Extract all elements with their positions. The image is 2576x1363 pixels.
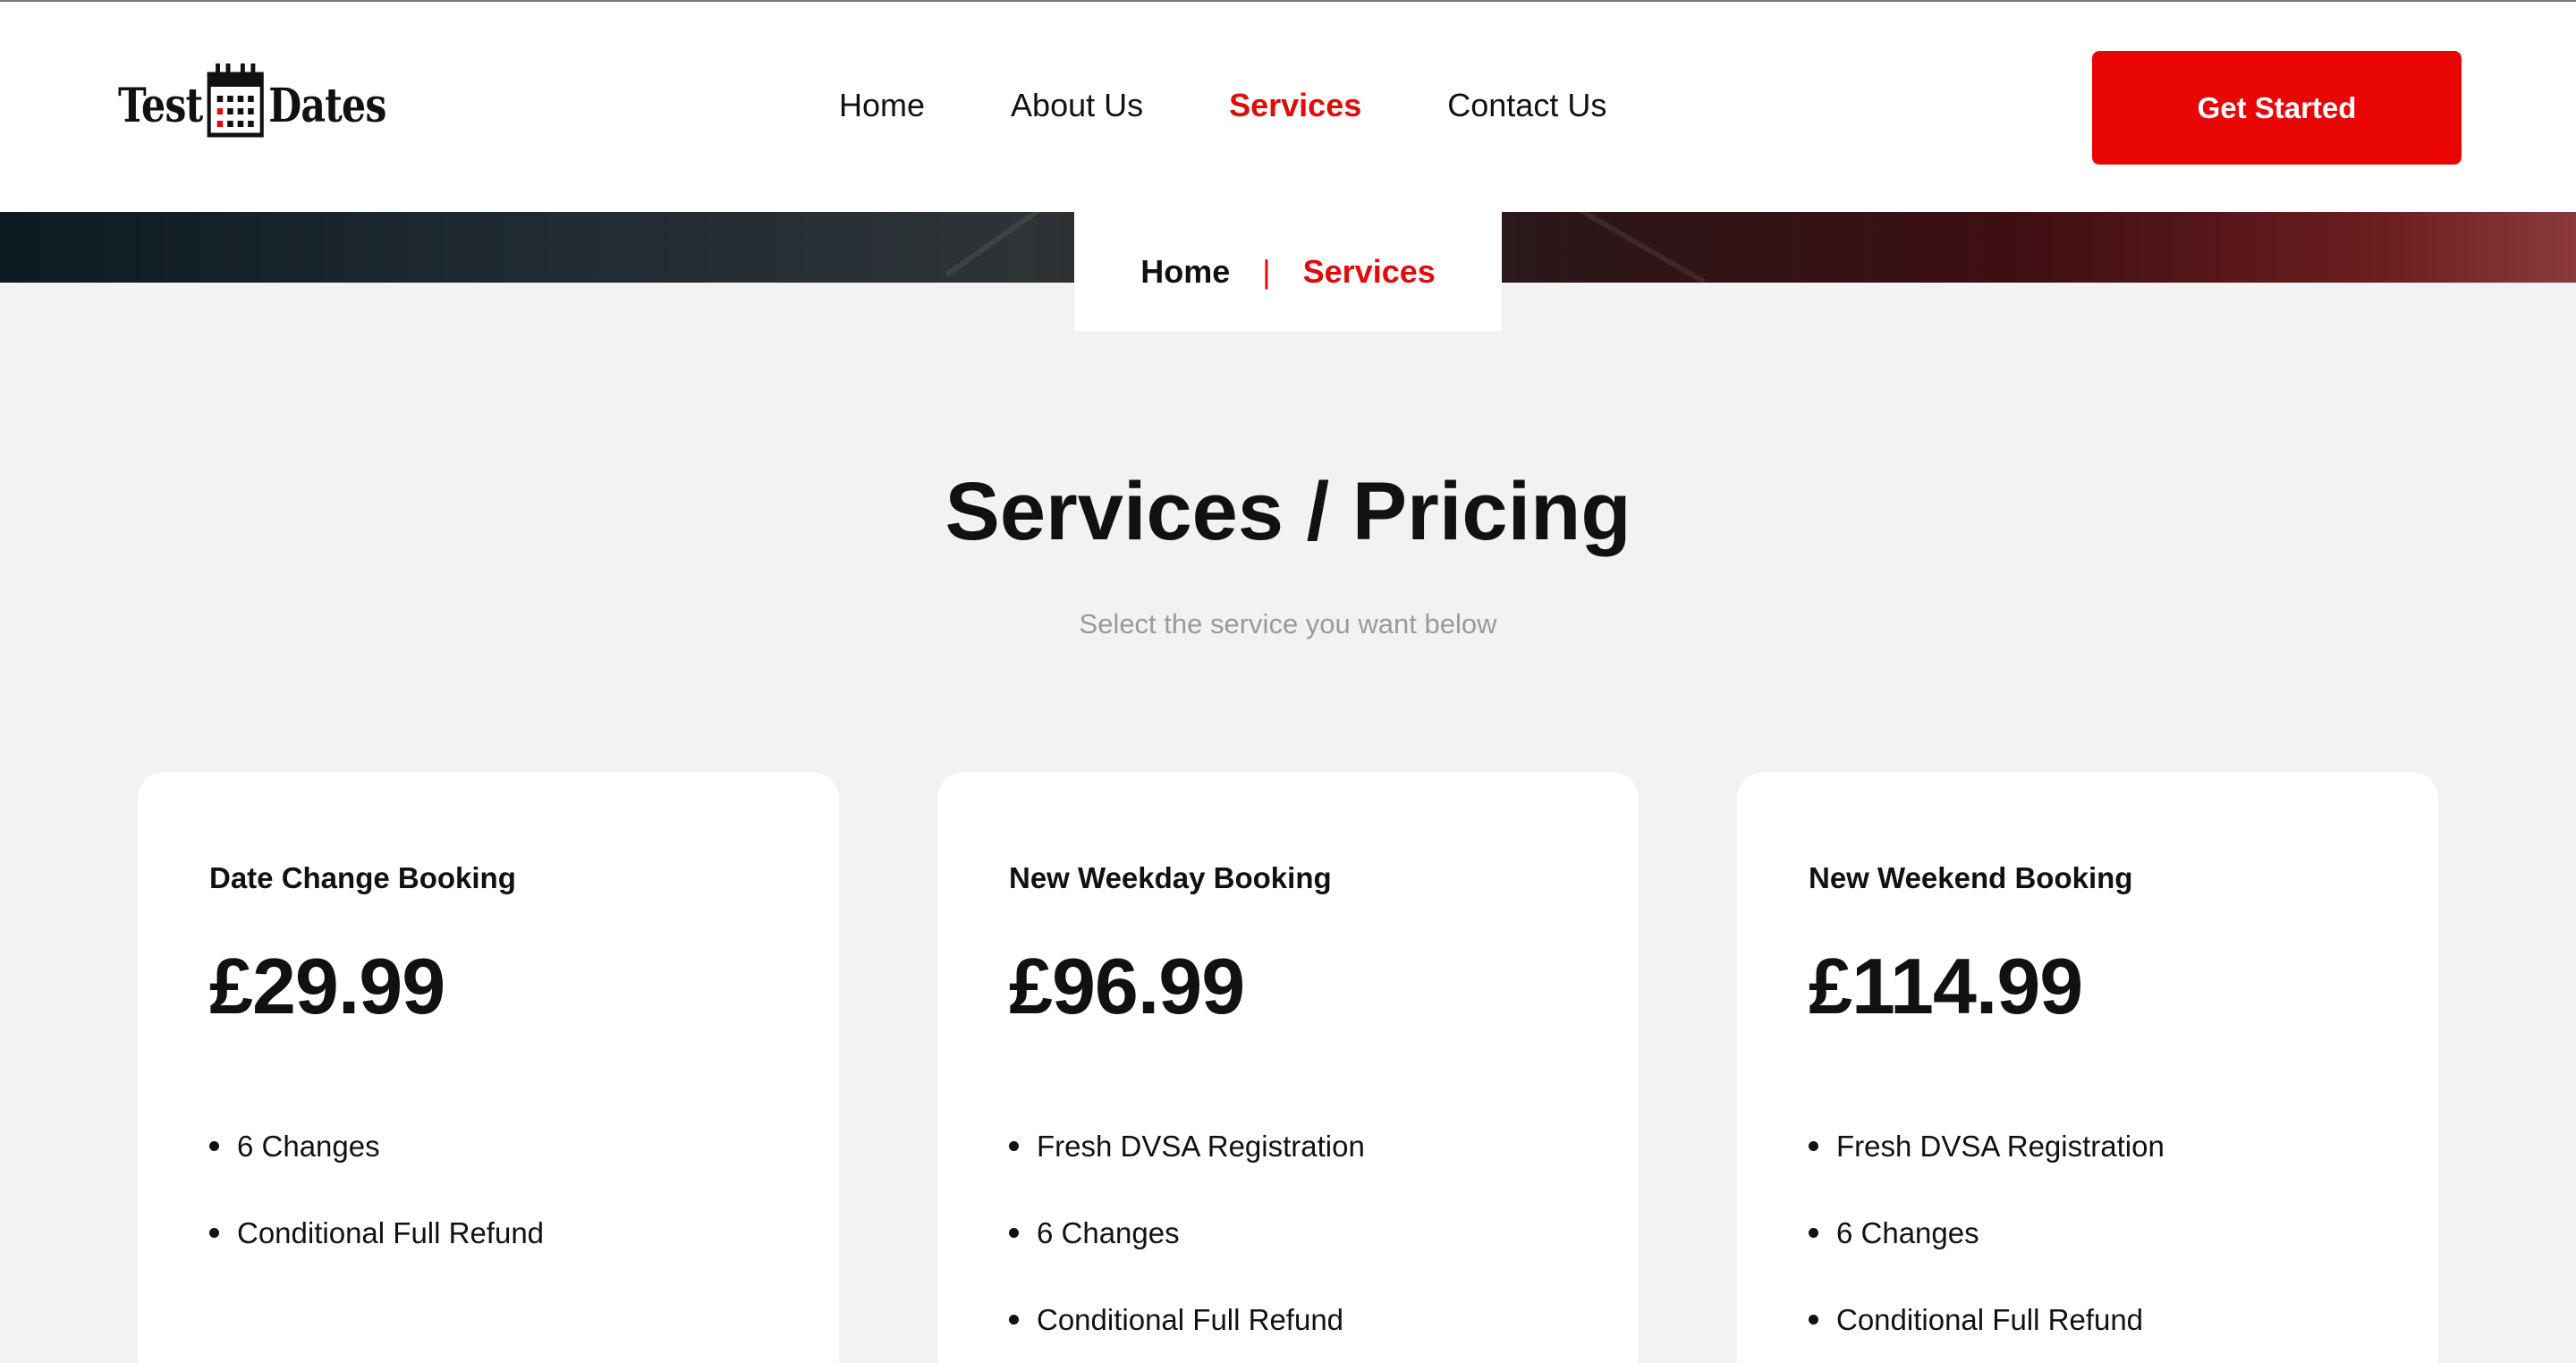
logo-text-left: Test [118, 78, 203, 133]
logo-text-right: Dates [268, 78, 386, 133]
bullet-icon [1809, 1228, 1818, 1238]
get-started-button[interactable]: Get Started [2092, 51, 2462, 165]
bullet-icon [1009, 1315, 1019, 1325]
bullet-icon [209, 1228, 219, 1238]
feature-label: 6 Changes [1037, 1215, 1180, 1249]
page-subtitle: Select the service you want below [1079, 608, 1497, 639]
feature-list: Fresh DVSA Registration 6 Changes Condit… [1809, 1103, 2438, 1363]
feature-list: 6 Changes Conditional Full Refund [209, 1103, 839, 1276]
feature-item: Conditional Full Refund [1809, 1276, 2438, 1363]
hero-decoration [945, 212, 1095, 277]
feature-label: 6 Changes [1836, 1215, 1979, 1249]
feature-label: Conditional Full Refund [237, 1215, 545, 1249]
site-header: Test Dates Home About Us Services Contac… [0, 2, 2576, 212]
feature-label: Fresh DVSA Registration [1836, 1129, 2165, 1163]
nav-contact-us[interactable]: Contact Us [1447, 80, 1606, 131]
breadcrumb-current: Services [1302, 252, 1436, 290]
main-nav: Home About Us Services Contact Us [839, 80, 1606, 131]
card-price: £96.99 [1009, 942, 1245, 1030]
site-logo[interactable]: Test Dates [118, 63, 386, 145]
calendar-icon [207, 62, 264, 150]
feature-item: Conditional Full Refund [209, 1189, 839, 1276]
bullet-icon [1809, 1315, 1818, 1325]
card-title: New Weekend Booking [1809, 861, 2133, 894]
pricing-card-weekend[interactable]: New Weekend Booking £114.99 Fresh DVSA R… [1737, 772, 2438, 1363]
hero-decoration [1532, 212, 1706, 283]
card-price: £29.99 [209, 942, 445, 1030]
pricing-card-weekday[interactable]: New Weekday Booking £96.99 Fresh DVSA Re… [937, 772, 1639, 1363]
feature-item: 6 Changes [1009, 1189, 1639, 1276]
nav-services[interactable]: Services [1229, 80, 1361, 131]
card-title: Date Change Booking [209, 861, 516, 894]
breadcrumb: Home | Services [1074, 212, 1502, 331]
nav-about-us[interactable]: About Us [1011, 80, 1143, 131]
bullet-icon [1009, 1228, 1019, 1238]
feature-item: Fresh DVSA Registration [1009, 1103, 1639, 1189]
card-title: New Weekday Booking [1009, 861, 1332, 894]
breadcrumb-separator: | [1262, 252, 1271, 290]
breadcrumb-home[interactable]: Home [1140, 253, 1230, 291]
bullet-icon [209, 1141, 219, 1151]
feature-item: Conditional Full Refund [1009, 1276, 1639, 1363]
page-title: Services / Pricing [945, 466, 1631, 557]
feature-list: Fresh DVSA Registration 6 Changes Condit… [1009, 1103, 1639, 1363]
card-price: £114.99 [1809, 942, 2083, 1030]
feature-label: Conditional Full Refund [1836, 1302, 2144, 1336]
pricing-card-date-change[interactable]: Date Change Booking £29.99 6 Changes Con… [138, 772, 839, 1363]
feature-item: 6 Changes [209, 1103, 839, 1189]
bullet-icon [1009, 1141, 1019, 1151]
feature-item: 6 Changes [1809, 1189, 2438, 1276]
nav-home[interactable]: Home [839, 80, 925, 131]
feature-label: 6 Changes [237, 1129, 380, 1163]
feature-label: Conditional Full Refund [1037, 1302, 1344, 1336]
bullet-icon [1809, 1141, 1818, 1151]
feature-item: Fresh DVSA Registration [1809, 1103, 2438, 1189]
feature-label: Fresh DVSA Registration [1037, 1129, 1365, 1163]
